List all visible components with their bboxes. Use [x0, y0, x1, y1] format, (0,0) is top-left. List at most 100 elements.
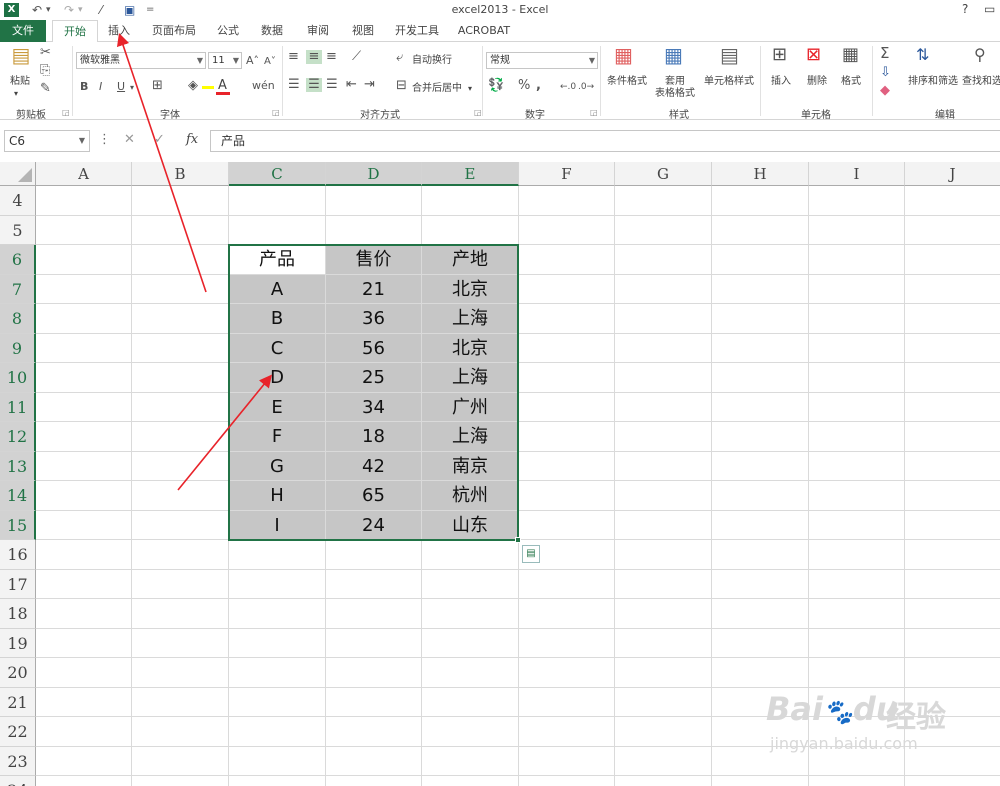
align-right-icon[interactable]: ☰ [326, 78, 338, 92]
tab-insert[interactable]: 插入 [100, 20, 138, 42]
row-header-22[interactable]: 22 [0, 717, 36, 747]
tab-review[interactable]: 审阅 [298, 20, 338, 42]
column-header-b[interactable]: B [132, 162, 229, 186]
table-cell[interactable]: 25 [326, 363, 421, 392]
tab-file[interactable]: 文件 [0, 20, 46, 42]
table-cell[interactable]: 上海 [422, 304, 518, 333]
align-left-icon[interactable]: ☰ [288, 78, 300, 92]
tab-formulas[interactable]: 公式 [210, 20, 246, 42]
table-cell[interactable]: C [229, 333, 325, 362]
column-header-f[interactable]: F [519, 162, 615, 186]
table-cell[interactable]: 上海 [422, 422, 518, 451]
font-size-combo[interactable]: 11 ▼ [208, 52, 242, 69]
table-cell[interactable]: 北京 [422, 274, 518, 303]
percent-button[interactable]: % [518, 79, 530, 93]
row-header-7[interactable]: 7 [0, 274, 36, 304]
number-format-combo[interactable]: 常规 ▼ [486, 52, 598, 69]
row-header-14[interactable]: 14 [0, 481, 36, 511]
column-header-e[interactable]: E [422, 162, 519, 186]
delete-cells-button[interactable]: 删除 [802, 76, 832, 88]
fill-handle[interactable] [515, 537, 521, 543]
quick-analysis-icon[interactable]: ▤ [522, 545, 540, 563]
table-cell[interactable]: 42 [326, 451, 421, 480]
align-middle-icon[interactable]: ≡ [306, 50, 322, 64]
tab-home[interactable]: 开始 [52, 20, 98, 43]
paste-icon[interactable]: ▤ [10, 45, 32, 72]
table-cell[interactable]: 广州 [422, 392, 518, 421]
table-cell[interactable]: 杭州 [422, 481, 518, 510]
find-select-button[interactable]: 查找和选 [962, 76, 1000, 88]
underline-button[interactable]: U [117, 80, 125, 94]
table-cell[interactable]: 56 [326, 333, 421, 362]
format-painter-icon[interactable]: ✎ [40, 82, 51, 96]
bold-button[interactable]: B [80, 80, 88, 94]
number-launcher-icon[interactable]: ◲ [590, 108, 598, 117]
row-header-19[interactable]: 19 [0, 628, 36, 658]
row-header-11[interactable]: 11 [0, 392, 36, 422]
cell-styles-button[interactable]: 单元格样式 [702, 76, 756, 88]
row-header-17[interactable]: 17 [0, 569, 36, 599]
table-cell[interactable]: 18 [326, 422, 421, 451]
delete-cells-icon[interactable]: ⊠ [806, 46, 821, 64]
cell-styles-icon[interactable]: ▤ [720, 45, 739, 65]
find-select-icon[interactable]: ⚲ [974, 47, 986, 63]
comma-button[interactable]: , [536, 79, 541, 93]
column-header-c[interactable]: C [229, 162, 326, 186]
row-header-20[interactable]: 20 [0, 658, 36, 688]
font-launcher-icon[interactable]: ◲ [272, 108, 280, 117]
format-as-table-button[interactable]: 套用 [660, 76, 690, 88]
row-header-16[interactable]: 16 [0, 540, 36, 570]
paste-dropdown-icon[interactable]: ▾ [14, 88, 18, 100]
enter-icon[interactable]: ✓ [154, 132, 165, 147]
table-cell[interactable]: B [229, 304, 325, 333]
wrap-text-icon[interactable]: ⤶ [396, 51, 403, 65]
column-header-g[interactable]: G [615, 162, 712, 186]
table-header-cell[interactable]: 售价 [326, 245, 421, 274]
table-cell[interactable]: 34 [326, 392, 421, 421]
decrease-font-icon[interactable]: A˅ [264, 55, 276, 69]
name-box[interactable]: C6 ▼ [4, 130, 90, 152]
column-header-a[interactable]: A [36, 162, 132, 186]
font-name-combo[interactable]: 微软雅黑 ▼ [76, 52, 206, 69]
autosum-icon[interactable]: Σ [880, 46, 889, 61]
row-header-15[interactable]: 15 [0, 510, 36, 540]
table-cell[interactable]: 南京 [422, 451, 518, 480]
table-cell[interactable]: A [229, 274, 325, 303]
row-header-6[interactable]: 6 [0, 245, 36, 275]
format-cells-icon[interactable]: ▦ [842, 46, 859, 64]
fill-color-icon[interactable]: ◈ [188, 79, 198, 93]
clear-icon[interactable]: ◆ [880, 84, 890, 98]
cancel-icon[interactable]: ✕ [124, 132, 135, 147]
tab-view[interactable]: 视图 [343, 20, 383, 42]
format-cells-button[interactable]: 格式 [836, 76, 866, 88]
table-header-cell[interactable]: 产地 [422, 245, 518, 274]
merge-center-icon[interactable]: ⊟ [396, 79, 407, 93]
row-header-24[interactable]: 24 [0, 776, 36, 786]
merge-center-button[interactable]: 合并后居中 [412, 83, 462, 95]
row-header-10[interactable]: 10 [0, 363, 36, 393]
sort-filter-icon[interactable]: ⇅ [916, 47, 929, 63]
wrap-text-button[interactable]: 自动换行 [412, 55, 452, 67]
align-bottom-icon[interactable]: ≡ [326, 50, 337, 64]
underline-dropdown-icon[interactable]: ▾ [130, 81, 134, 95]
format-as-table-icon[interactable]: ▦ [664, 45, 683, 65]
conditional-format-button[interactable]: 条件格式 [604, 76, 650, 88]
tab-acrobat[interactable]: ACROBAT [452, 20, 516, 42]
tab-data[interactable]: 数据 [252, 20, 292, 42]
table-cell[interactable]: 21 [326, 274, 421, 303]
copy-icon[interactable]: ⎘ [40, 64, 50, 78]
italic-button[interactable]: I [99, 80, 102, 94]
select-all-button[interactable] [0, 162, 36, 186]
table-cell[interactable]: 65 [326, 481, 421, 510]
formula-input[interactable]: 产品 [210, 130, 1000, 152]
table-cell[interactable]: 山东 [422, 510, 518, 539]
insert-cells-button[interactable]: 插入 [766, 76, 796, 88]
sort-filter-button[interactable]: 排序和筛选 [906, 76, 960, 88]
row-header-21[interactable]: 21 [0, 687, 36, 717]
row-header-8[interactable]: 8 [0, 304, 36, 334]
decrease-decimal-icon[interactable]: .0→ [578, 80, 594, 94]
paste-button[interactable]: 粘贴 [6, 76, 34, 88]
conditional-format-icon[interactable]: ▦ [614, 45, 633, 65]
row-header-5[interactable]: 5 [0, 215, 36, 245]
fill-icon[interactable]: ⇩ [880, 66, 891, 80]
